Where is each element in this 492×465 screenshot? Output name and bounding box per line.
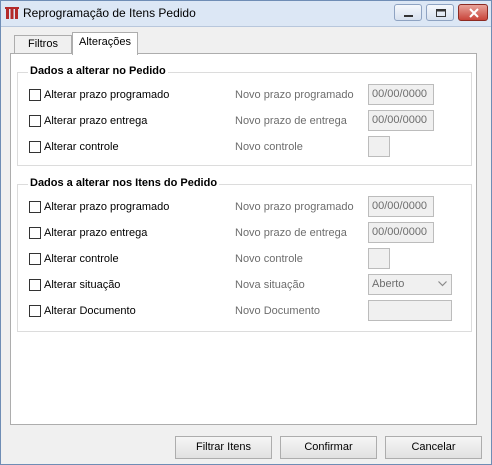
maximize-button[interactable] [426,4,454,21]
novo-prazo-programado-input[interactable]: 00/00/0000 [368,84,434,105]
close-icon [469,8,479,18]
checkbox-label: Alterar prazo programado [44,89,170,101]
minimize-button[interactable] [394,4,422,21]
title-bar[interactable]: Reprogramação de Itens Pedido [1,1,491,27]
field-label: Novo controle [235,253,303,265]
minimize-icon [404,15,413,17]
novo-prazo-programado-input[interactable]: 00/00/0000 [368,196,434,217]
field-label: Novo prazo de entrega [235,115,347,127]
novo-prazo-entrega-input[interactable]: 00/00/0000 [368,110,434,131]
checkbox-label: Alterar controle [44,141,119,153]
checkbox-label: Alterar situação [44,279,121,291]
maximize-icon [436,9,446,17]
field-label: Novo prazo de entrega [235,227,347,239]
checkbox-alterar-prazo-entrega[interactable] [29,227,41,239]
novo-prazo-entrega-input[interactable]: 00/00/0000 [368,222,434,243]
checkbox-alterar-controle[interactable] [29,141,41,153]
field-label: Nova situação [235,279,305,291]
checkbox-alterar-prazo-programado[interactable] [29,89,41,101]
filtrar-itens-button[interactable]: Filtrar Itens [175,436,272,459]
field-label: Novo prazo programado [235,201,354,213]
novo-controle-input[interactable] [368,136,390,157]
tab-alteracoes[interactable]: Alterações [72,32,138,55]
checkbox-alterar-prazo-programado[interactable] [29,201,41,213]
checkbox-alterar-situacao[interactable] [29,279,41,291]
window-title: Reprogramação de Itens Pedido [23,6,196,20]
app-icon [5,7,19,19]
field-label: Novo Documento [235,305,320,317]
cancelar-button[interactable]: Cancelar [385,436,482,459]
field-label: Novo controle [235,141,303,153]
novo-documento-input[interactable] [368,300,452,321]
group-itens-title: Dados a alterar nos Itens do Pedido [28,177,220,189]
field-label: Novo prazo programado [235,89,354,101]
nova-situacao-select[interactable]: Aberto [368,274,452,295]
novo-controle-input[interactable] [368,248,390,269]
checkbox-label: Alterar Documento [44,305,136,317]
checkbox-label: Alterar prazo entrega [44,115,148,127]
checkbox-alterar-controle[interactable] [29,253,41,265]
checkbox-alterar-documento[interactable] [29,305,41,317]
checkbox-label: Alterar prazo entrega [44,227,148,239]
close-button[interactable] [458,4,488,21]
chevron-down-icon [438,281,447,287]
checkbox-label: Alterar prazo programado [44,201,170,213]
group-pedido-title: Dados a alterar no Pedido [28,65,168,77]
tab-filtros[interactable]: Filtros [14,35,72,53]
checkbox-label: Alterar controle [44,253,119,265]
select-value: Aberto [372,278,405,290]
confirmar-button[interactable]: Confirmar [280,436,377,459]
checkbox-alterar-prazo-entrega[interactable] [29,115,41,127]
